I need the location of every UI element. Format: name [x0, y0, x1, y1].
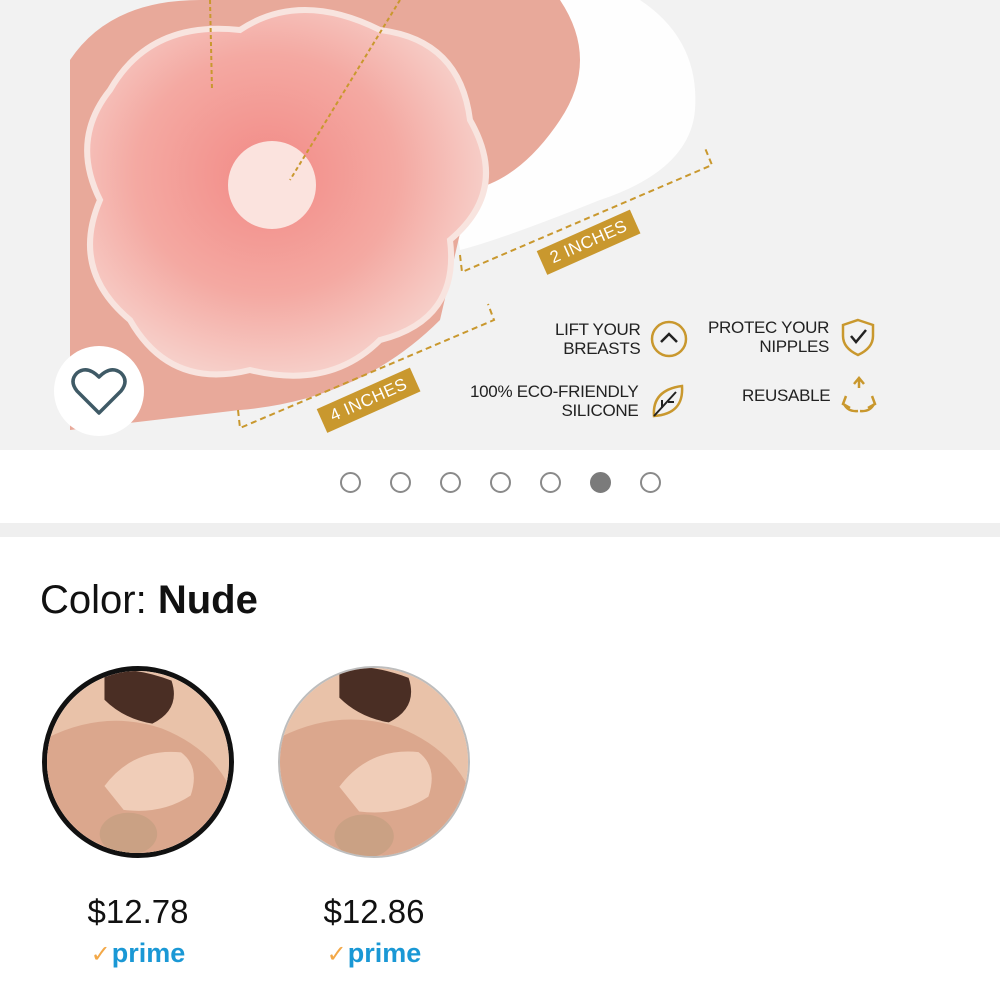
carousel-dot[interactable] — [589, 472, 611, 493]
carousel-dot[interactable] — [639, 472, 661, 493]
feature-reusable: REUSABLE — [742, 374, 880, 416]
color-swatch-2[interactable] — [278, 666, 470, 858]
swatch-2-prime-badge: ✓prime — [274, 938, 474, 969]
swatch-1-price: $12.78 — [87, 893, 189, 930]
color-label: Color: Nude — [40, 578, 258, 623]
feature-eco-label: 100% ECO-FRIENDLY SILICONE — [470, 382, 639, 420]
feature-reusable-label: REUSABLE — [742, 385, 831, 405]
carousel-indicator — [0, 472, 1000, 493]
prime-label: prime — [111, 938, 186, 968]
swatch-1-prime-badge: ✓prime — [38, 938, 238, 969]
swatch-photo — [280, 668, 468, 856]
product-image[interactable]: 2 INCHES 4 INCHES LIFT YOUR BREASTS PROT… — [0, 0, 1000, 450]
lift-chevron-icon — [651, 320, 688, 358]
feature-eco: 100% ECO-FRIENDLY SILICONE — [470, 380, 688, 422]
carousel-dot[interactable] — [539, 472, 561, 493]
swatch-2-price: $12.86 — [323, 893, 425, 930]
swatch-photo — [47, 671, 229, 853]
color-label-prefix: Color: — [40, 578, 158, 622]
leaf-icon — [653, 384, 684, 418]
feature-protect-label: PROTEC YOUR NIPPLES — [708, 318, 830, 356]
carousel-dot[interactable] — [439, 472, 461, 493]
carousel-dot[interactable] — [339, 472, 361, 493]
recycle-icon — [841, 376, 877, 413]
prime-check-icon: ✓ — [326, 941, 347, 968]
prime-check-icon: ✓ — [90, 941, 111, 968]
feature-lift: LIFT YOUR BREASTS — [555, 318, 690, 360]
shield-check-icon — [841, 318, 875, 357]
carousel-dot[interactable] — [489, 472, 511, 493]
feature-lift-label: LIFT YOUR BREASTS — [555, 320, 641, 358]
section-divider — [0, 523, 1000, 537]
prime-label: prime — [347, 938, 422, 968]
wishlist-button[interactable] — [54, 346, 144, 436]
color-selected-value: Nude — [157, 578, 258, 622]
feature-protect: PROTEC YOUR NIPPLES — [708, 316, 879, 358]
color-swatch-1[interactable] — [42, 666, 234, 858]
carousel-dot[interactable] — [389, 472, 411, 493]
heart-icon — [71, 368, 127, 415]
